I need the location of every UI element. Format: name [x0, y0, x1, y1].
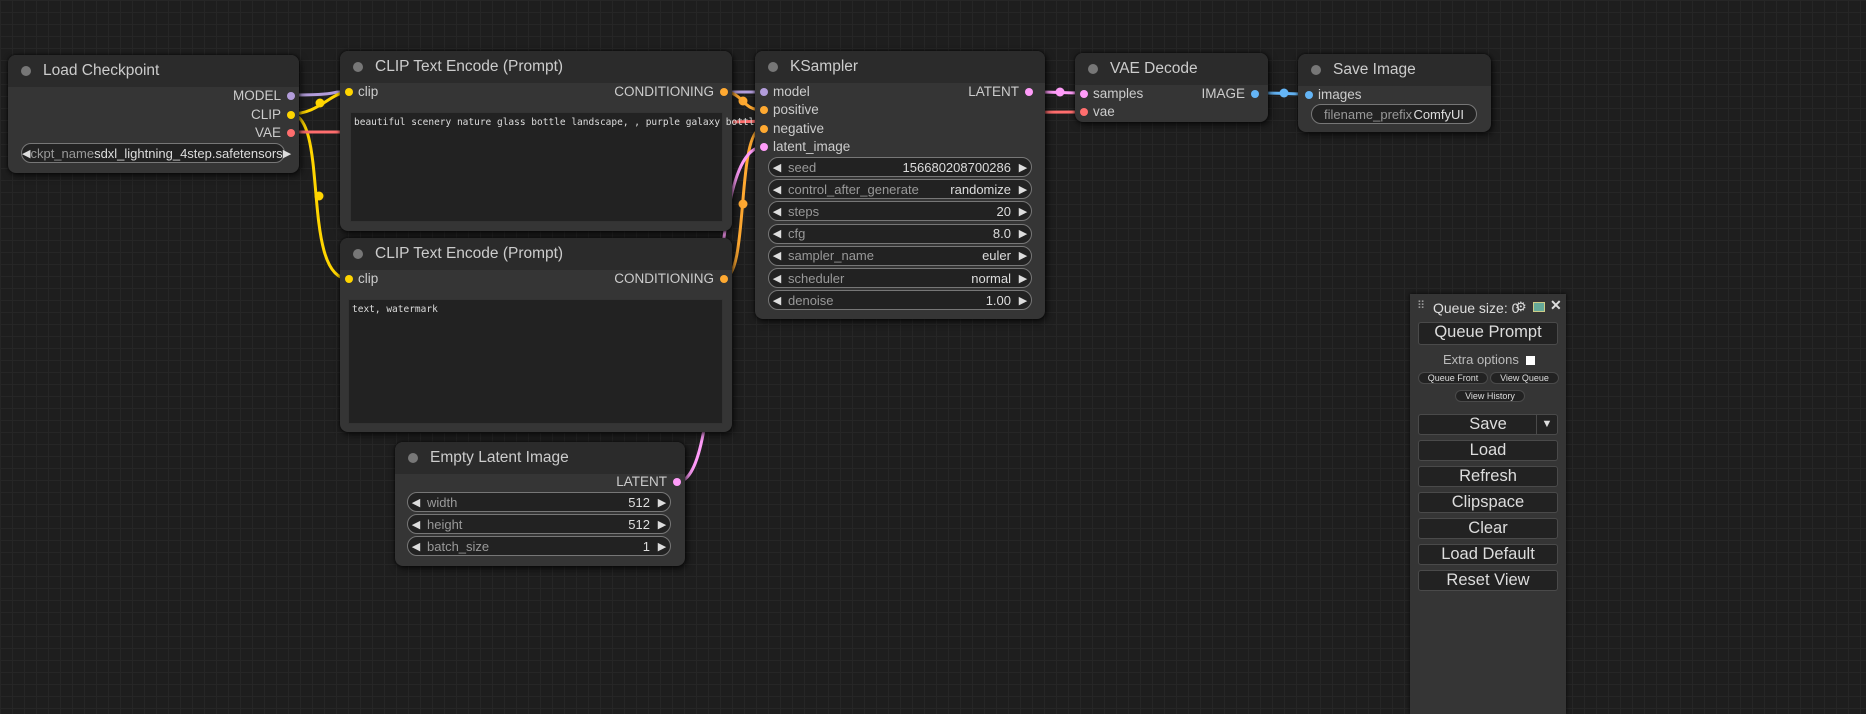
widget-height[interactable]: ◀ height 512 ▶: [407, 514, 671, 534]
output-latent[interactable]: LATENT: [616, 474, 681, 490]
right-arrow-icon[interactable]: ▶: [1015, 183, 1031, 196]
save-dropdown-icon[interactable]: ▼: [1536, 415, 1557, 434]
image-gallery-icon[interactable]: [1533, 302, 1545, 312]
clipspace-button[interactable]: Clipspace: [1418, 492, 1558, 513]
input-vae[interactable]: vae: [1080, 104, 1115, 120]
view-history-button[interactable]: View History: [1455, 390, 1525, 402]
reset-view-button[interactable]: Reset View: [1418, 570, 1558, 591]
save-image-node[interactable]: Save Image images filename_prefix ComfyU…: [1298, 54, 1491, 132]
load-button[interactable]: Load: [1418, 440, 1558, 461]
output-image[interactable]: IMAGE: [1201, 86, 1259, 102]
ksampler-node[interactable]: KSampler model positive negative latent_…: [755, 51, 1045, 319]
prefix-value: ComfyUI: [1413, 106, 1464, 122]
left-arrow-icon[interactable]: ◀: [22, 147, 30, 160]
left-arrow-icon[interactable]: ◀: [408, 540, 424, 553]
right-arrow-icon[interactable]: ▶: [1015, 205, 1031, 218]
widget-width[interactable]: ◀ width 512 ▶: [407, 492, 671, 512]
left-arrow-icon[interactable]: ◀: [769, 249, 785, 262]
load-default-button[interactable]: Load Default: [1418, 544, 1558, 565]
collapse-dot-icon[interactable]: [408, 453, 418, 463]
extra-options-checkbox[interactable]: [1525, 356, 1535, 366]
left-arrow-icon[interactable]: ◀: [408, 496, 424, 509]
load-checkpoint-node[interactable]: Load Checkpoint MODEL CLIP VAE ◀ ckpt_na…: [8, 55, 299, 173]
node-title: Save Image: [1333, 61, 1416, 78]
widget-seed[interactable]: ◀ seed 156680208700286 ▶: [768, 157, 1032, 177]
input-model[interactable]: model: [760, 84, 810, 100]
extra-options-row: Extra options: [1443, 352, 1535, 367]
output-conditioning[interactable]: CONDITIONING: [614, 84, 728, 100]
left-arrow-icon[interactable]: ◀: [769, 227, 785, 240]
widget-sampler-name[interactable]: ◀ sampler_name euler ▶: [768, 245, 1032, 266]
input-positive[interactable]: positive: [760, 102, 819, 118]
filename-prefix-widget[interactable]: filename_prefix ComfyUI: [1311, 104, 1477, 124]
left-arrow-icon[interactable]: ◀: [408, 518, 424, 531]
left-arrow-icon[interactable]: ◀: [769, 205, 785, 218]
output-vae[interactable]: VAE: [255, 125, 295, 141]
node-title: VAE Decode: [1110, 60, 1198, 77]
right-arrow-icon[interactable]: ▶: [654, 518, 670, 531]
save-button[interactable]: Save ▼: [1418, 414, 1558, 435]
widget-steps[interactable]: ◀ steps 20 ▶: [768, 201, 1032, 222]
output-conditioning[interactable]: CONDITIONING: [614, 271, 728, 287]
queue-header: ⠿ Queue size: 0 ⚙ ✕: [1410, 294, 1566, 320]
collapse-dot-icon[interactable]: [353, 249, 363, 259]
settings-gear-icon[interactable]: ⚙: [1515, 299, 1527, 315]
output-latent[interactable]: LATENT: [968, 84, 1033, 100]
node-title: CLIP Text Encode (Prompt): [375, 58, 564, 75]
node-title: Load Checkpoint: [43, 62, 160, 79]
node-title: Empty Latent Image: [430, 449, 569, 466]
drag-handle-icon[interactable]: ⠿: [1417, 299, 1425, 312]
right-arrow-icon[interactable]: ▶: [1015, 249, 1031, 262]
widget-scheduler[interactable]: ◀ scheduler normal ▶: [768, 268, 1032, 288]
clip-text-encode-negative-node[interactable]: CLIP Text Encode (Prompt) clip CONDITION…: [340, 238, 732, 432]
queue-menu-panel: ⠿ Queue size: 0 ⚙ ✕ Queue Prompt Extra o…: [1410, 294, 1566, 714]
collapse-dot-icon[interactable]: [1311, 65, 1321, 75]
queue-prompt-button[interactable]: Queue Prompt: [1418, 322, 1558, 345]
collapse-dot-icon[interactable]: [768, 62, 778, 72]
left-arrow-icon[interactable]: ◀: [769, 183, 785, 196]
right-arrow-icon[interactable]: ▶: [654, 540, 670, 553]
right-arrow-icon[interactable]: ▶: [1015, 294, 1031, 307]
prompt-textarea[interactable]: beautiful scenery nature glass bottle la…: [350, 112, 766, 222]
queue-size-label: Queue size: 0: [1433, 300, 1520, 316]
node-title: CLIP Text Encode (Prompt): [375, 245, 564, 262]
collapse-dot-icon[interactable]: [1088, 64, 1098, 74]
right-arrow-icon[interactable]: ▶: [1015, 227, 1031, 240]
output-model[interactable]: MODEL: [233, 88, 295, 104]
ckpt-name-widget[interactable]: ◀ ckpt_name sdxl_lightning_4step.safeten…: [21, 143, 291, 163]
refresh-button[interactable]: Refresh: [1418, 466, 1558, 487]
input-clip[interactable]: clip: [345, 271, 378, 287]
widget-batch-size[interactable]: ◀ batch_size 1 ▶: [407, 536, 671, 556]
output-clip[interactable]: CLIP: [251, 107, 295, 123]
left-arrow-icon[interactable]: ◀: [769, 272, 785, 285]
input-negative[interactable]: negative: [760, 121, 824, 137]
widget-control-after-generate[interactable]: ◀ control_after_generate randomize ▶: [768, 179, 1032, 200]
right-arrow-icon[interactable]: ▶: [1015, 272, 1031, 285]
clear-button[interactable]: Clear: [1418, 518, 1558, 539]
view-queue-button[interactable]: View Queue: [1490, 372, 1559, 384]
right-arrow-icon[interactable]: ▶: [1015, 161, 1031, 174]
collapse-dot-icon[interactable]: [353, 62, 363, 72]
input-samples[interactable]: samples: [1080, 86, 1143, 102]
widget-denoise[interactable]: ◀ denoise 1.00 ▶: [768, 290, 1032, 311]
input-images[interactable]: images: [1305, 87, 1362, 103]
ckpt-value: sdxl_lightning_4step.safetensors: [94, 145, 283, 161]
input-clip[interactable]: clip: [345, 84, 378, 100]
clip-text-encode-positive-node[interactable]: CLIP Text Encode (Prompt) clip CONDITION…: [340, 51, 766, 231]
queue-front-button[interactable]: Queue Front: [1418, 372, 1488, 384]
close-icon[interactable]: ✕: [1550, 297, 1562, 314]
node-title: KSampler: [790, 58, 859, 75]
left-arrow-icon[interactable]: ◀: [769, 294, 785, 307]
right-arrow-icon[interactable]: ▶: [654, 496, 670, 509]
left-arrow-icon[interactable]: ◀: [769, 161, 785, 174]
input-latent-image[interactable]: latent_image: [760, 139, 850, 155]
widget-cfg[interactable]: ◀ cfg 8.0 ▶: [768, 223, 1032, 244]
collapse-dot-icon[interactable]: [21, 66, 31, 76]
right-arrow-icon[interactable]: ▶: [283, 147, 291, 160]
prompt-textarea[interactable]: text, watermark: [348, 299, 723, 424]
empty-latent-image-node[interactable]: Empty Latent Image LATENT ◀ width 512 ▶ ◀ hei…: [395, 442, 685, 566]
vae-decode-node[interactable]: VAE Decode samples vae IMAGE: [1075, 53, 1268, 122]
